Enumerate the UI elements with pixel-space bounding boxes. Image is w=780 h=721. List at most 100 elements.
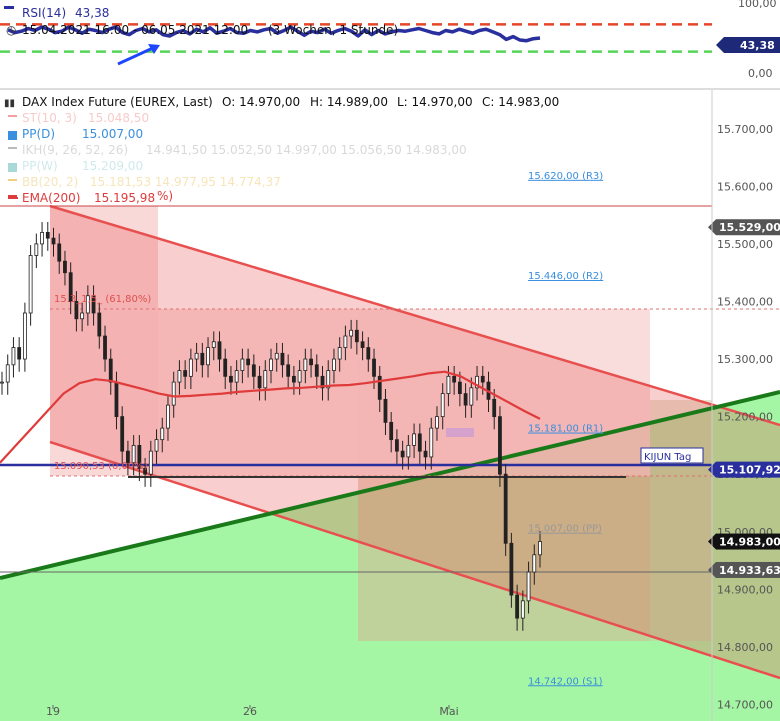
candle-body (63, 260, 67, 274)
legend-swatch-st (8, 115, 17, 117)
candle-body (154, 439, 159, 452)
legend-value-bb: 15.181,53 14.977,95 14.774,37 (90, 175, 281, 189)
ytick-2: 15.500,00 (717, 238, 773, 251)
candle-body (395, 439, 399, 452)
candle-body (360, 341, 365, 348)
candle-body (246, 358, 251, 366)
kijun-label: KIJUN Tag (640, 447, 704, 464)
candle-body (349, 329, 354, 337)
candle-body (412, 433, 416, 446)
candle-body (297, 370, 302, 383)
legend-value-ppw: 15.209,00 (82, 159, 143, 173)
legend-label-ema200: EMA(200) (22, 191, 80, 205)
candle-body (509, 542, 514, 596)
rsi-ytick-0: 0,00 (748, 67, 773, 80)
candle-body (114, 381, 119, 418)
candle-body (5, 364, 10, 383)
candle-body (429, 427, 434, 458)
candle-body (57, 243, 62, 262)
range-text: 15.04.2021 16:00 - 06.05.2021 12:00 (22, 23, 248, 37)
candle-body (515, 594, 520, 619)
candle-body (28, 255, 33, 314)
candle-body (469, 387, 474, 406)
candle-body (532, 554, 537, 573)
price-tag-text: 14.933,63 (719, 564, 780, 577)
legend-swatch-ppw (8, 163, 17, 172)
candle-body (440, 393, 445, 418)
candle-body (120, 416, 125, 452)
rsi-legend-value: 43,38 (75, 6, 109, 20)
legend-swatch-ema-dash (8, 197, 18, 199)
candle-body (183, 370, 188, 377)
ema-suffix: %) (157, 189, 173, 203)
price-tag-text: 15.107,92 (719, 464, 780, 477)
candle-body (34, 243, 39, 256)
candle-body (103, 335, 107, 360)
legend-label-bb: BB(20, 2) (22, 175, 78, 189)
candle-body (0, 381, 4, 384)
candle-body (343, 335, 348, 348)
legend-swatch-ppd (8, 131, 17, 140)
fib-0-label: 15.090,53 (0,00%) (54, 461, 148, 472)
main-panel: 15.620,00 (R3) 15.446,00 (R2) 15.181,00 (R… (0, 171, 780, 721)
ohlc-open: O: 14.970,00 (222, 95, 300, 109)
fib-618-label: 15.3_1,5_ (61,80%) (54, 294, 151, 305)
candle-body (108, 358, 113, 383)
candle-body (148, 450, 153, 475)
candle-body (337, 347, 342, 360)
candle-body (280, 352, 285, 366)
pivot-r3-label: 15.620,00 (R3) (528, 171, 603, 182)
candle-body (269, 358, 273, 371)
rsi-value-tag-arrow (716, 37, 724, 53)
candle-body (526, 571, 531, 602)
ikh-marker (446, 428, 474, 437)
candle-body (51, 237, 56, 245)
pivot-s1-label: 14.742,00 (S1) (528, 676, 603, 687)
legend-swatch-bb (8, 179, 17, 181)
candle-body (251, 364, 256, 377)
candle-body (354, 329, 359, 343)
candle-body (194, 352, 199, 360)
candle-body (240, 358, 245, 371)
candle-body (291, 375, 296, 383)
candle-body (97, 312, 102, 337)
ytick-5: 15.200,00 (717, 411, 773, 424)
candle-body (463, 393, 468, 406)
candle-body (229, 375, 233, 383)
legend-value-ikh: 14.941,50 15.052,50 14.997,00 15.056,50 … (146, 143, 467, 157)
price-tag-0: 15.529,00 (708, 219, 780, 236)
rsi-value-tag-text: 43,38 (740, 39, 775, 52)
clock-icon: ◷ (6, 23, 17, 37)
candle-body (417, 433, 422, 452)
ohlc-close: C: 14.983,00 (482, 95, 559, 109)
candle-body (480, 375, 485, 383)
candle-body (503, 473, 508, 544)
rsi-divergence-arrow (117, 45, 156, 66)
rsi-value-tag: 43,38 (716, 37, 780, 53)
candle-body (257, 375, 262, 389)
candle-body (406, 445, 411, 458)
legend-label-ppd: PP(D) (22, 127, 55, 141)
price-tag-3: 14.933,63 (708, 561, 780, 578)
candle-body (80, 312, 85, 320)
candle-body (177, 370, 182, 383)
candle-body (492, 398, 497, 418)
price-tag-text: 15.529,00 (719, 221, 780, 234)
candle-body (303, 358, 308, 371)
candle-body (171, 381, 176, 406)
instrument-title: DAX Index Future (EUREX, Last) (22, 95, 213, 109)
candle-body (520, 600, 525, 619)
candle-body (372, 358, 376, 377)
legend-value-ppd: 15.007,00 (82, 127, 143, 141)
rsi-ytick-100: 100,00 (738, 0, 777, 10)
candle-body (423, 450, 428, 458)
candle-body (435, 416, 439, 429)
candle-body (332, 358, 336, 371)
candle-body (366, 347, 371, 360)
candle-body (263, 370, 268, 389)
candle-body (22, 312, 27, 360)
legend-swatch-ikh (8, 147, 17, 149)
candle-body (274, 352, 279, 360)
candle-body (498, 416, 502, 475)
candle-body (211, 341, 216, 348)
